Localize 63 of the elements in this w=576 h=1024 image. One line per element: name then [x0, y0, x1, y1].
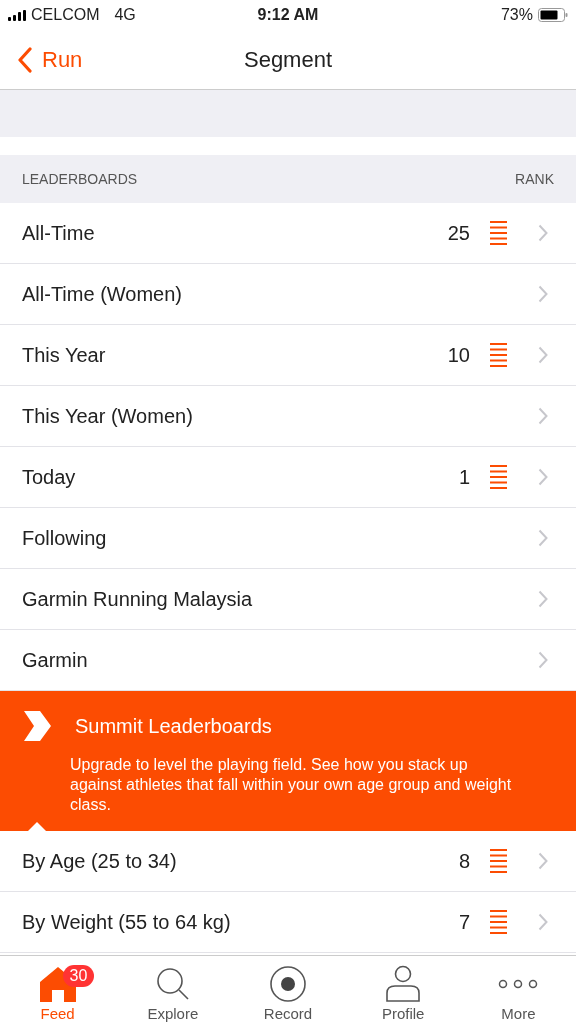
chevron-logo-icon [24, 711, 51, 741]
chevron-icon [538, 224, 548, 242]
rank-value: 1 [458, 465, 470, 489]
leaderboard-row[interactable]: All-Time (Women) [0, 264, 576, 325]
section-header: LEADERBOARDS [22, 171, 138, 187]
row-label: Garmin [22, 648, 89, 672]
signal-icon [8, 9, 26, 21]
pointer-notch [28, 822, 46, 831]
rank-icon [490, 342, 507, 368]
leaderboard-row[interactable]: Following [0, 508, 576, 569]
row-label: By Age (25 to 34) [22, 849, 178, 873]
more-icon [498, 978, 539, 990]
leaderboard-row[interactable]: Garmin Running Malaysia [0, 569, 576, 630]
back-chevron-icon [18, 46, 32, 73]
rank-value: 10 [447, 343, 470, 367]
rank-value: 25 [447, 221, 470, 245]
chevron-icon [538, 468, 548, 486]
rank-value: 7 [458, 910, 470, 934]
row-label: All-Time (Women) [22, 282, 183, 306]
tab-bar-item[interactable]: Record [230, 956, 346, 1024]
leaderboard-row[interactable]: This Year (Women) [0, 386, 576, 447]
banner-text: Upgrade to level the playing field. See how you stack up against athletes that fall within your own age group and weight class. [70, 755, 513, 815]
screen-title: Segment [243, 46, 333, 73]
row-label: This Year (Women) [22, 404, 194, 428]
record-icon [269, 965, 307, 1003]
tab-bar-item[interactable]: More [460, 956, 576, 1024]
battery-percent: 73% [500, 6, 533, 24]
row-label: Garmin Running Malaysia [22, 587, 254, 611]
leaderboard-row[interactable]: By Weight (55 to 64 kg) 7 [0, 892, 576, 953]
leaderboard-row[interactable]: By Age (25 to 34) 8 [0, 831, 576, 892]
row-label: All-Time [22, 221, 96, 245]
chevron-icon [538, 913, 548, 931]
tab-bar-item[interactable]: Profile [345, 956, 461, 1024]
rank-icon [490, 464, 507, 490]
rank-icon [490, 909, 507, 935]
row-label: Following [22, 526, 108, 550]
chevron-icon [538, 285, 548, 303]
leaderboard-row[interactable]: This Year 10 [0, 325, 576, 386]
tab-bar-item[interactable]: Explore [115, 956, 231, 1024]
carrier-name: CELCOM [31, 6, 100, 24]
rank-icon [490, 848, 507, 874]
chevron-icon [538, 407, 548, 425]
rank-header: RANK [515, 171, 554, 187]
leaderboard-row[interactable]: Today 1 [0, 447, 576, 508]
row-label: Today [22, 465, 77, 489]
search-icon [154, 966, 191, 1002]
leaderboard-row[interactable]: All-Time 25 [0, 203, 576, 264]
profile-icon [385, 965, 422, 1003]
row-label: By Weight (55 to 64 kg) [22, 910, 232, 934]
notification-badge: 30 [62, 965, 95, 987]
chevron-icon [538, 852, 548, 870]
banner-title: Summit Leaderboards [75, 714, 272, 738]
rank-icon [490, 220, 507, 246]
chevron-icon [538, 346, 548, 364]
chevron-icon [538, 590, 548, 608]
network-type: 4G [114, 6, 136, 24]
clock: 9:12 AM [257, 6, 319, 24]
chevron-icon [538, 529, 548, 547]
row-label: This Year [22, 343, 107, 367]
chevron-icon [538, 651, 548, 669]
rank-value: 8 [458, 849, 470, 873]
tab-bar-item[interactable]: 30 Feed [0, 956, 116, 1024]
battery-icon [538, 8, 568, 22]
